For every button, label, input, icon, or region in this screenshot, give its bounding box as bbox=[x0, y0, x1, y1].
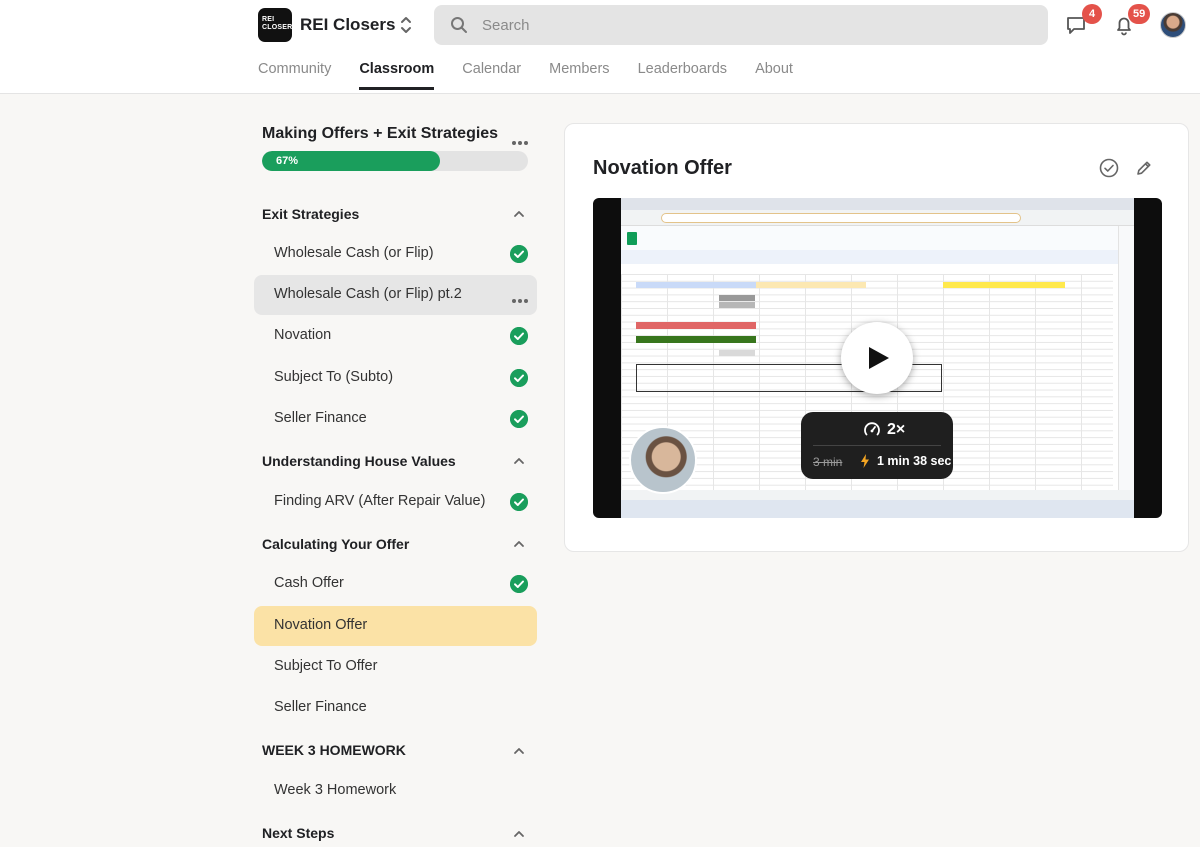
section-title[interactable]: WEEK 3 HOMEWORK bbox=[262, 742, 406, 758]
chevron-up-icon[interactable] bbox=[512, 207, 526, 221]
section-title[interactable]: Understanding House Values bbox=[262, 453, 456, 469]
browser-tabs bbox=[621, 198, 1134, 210]
section-title[interactable]: Exit Strategies bbox=[262, 206, 359, 222]
tab-leaderboards[interactable]: Leaderboards bbox=[638, 61, 728, 90]
avatar[interactable] bbox=[1160, 12, 1186, 38]
lesson-item[interactable]: Seller Finance bbox=[254, 688, 537, 728]
chevron-up-icon[interactable] bbox=[512, 537, 526, 551]
lesson-label: Subject To (Subto) bbox=[274, 369, 394, 385]
lesson-label: Seller Finance bbox=[274, 410, 367, 426]
lesson-label: Wholesale Cash (or Flip) pt.2 bbox=[274, 286, 462, 302]
tab-about[interactable]: About bbox=[755, 61, 793, 90]
main-nav: Community Classroom Calendar Members Lea… bbox=[258, 61, 793, 90]
tab-calendar[interactable]: Calendar bbox=[462, 61, 521, 90]
original-duration: 3 min bbox=[813, 455, 843, 469]
check-circle-icon bbox=[510, 327, 528, 345]
section-title[interactable]: Calculating Your Offer bbox=[262, 536, 409, 552]
mark-complete-icon[interactable] bbox=[1099, 158, 1119, 178]
play-button[interactable] bbox=[841, 322, 913, 394]
play-icon bbox=[869, 347, 889, 369]
lesson-item[interactable]: Week 3 Homework bbox=[254, 771, 537, 811]
section-title[interactable]: Next Steps bbox=[262, 825, 334, 841]
new-duration: 1 min 38 sec bbox=[877, 454, 952, 468]
lesson-item[interactable]: Wholesale Cash (or Flip) pt.2 bbox=[254, 275, 537, 315]
chevron-up-icon[interactable] bbox=[512, 827, 526, 841]
tab-classroom[interactable]: Classroom bbox=[359, 61, 435, 90]
check-circle-icon bbox=[510, 410, 528, 428]
progress-label: 67% bbox=[276, 155, 299, 167]
video-player[interactable]: 2× 3 min 1 min 38 sec bbox=[593, 198, 1162, 518]
chat-badge: 4 bbox=[1082, 4, 1102, 24]
spreadsheet-tabs bbox=[621, 490, 1134, 500]
spreadsheet-side-panel bbox=[1118, 226, 1134, 496]
notification-badge: 59 bbox=[1128, 4, 1151, 24]
chevron-up-icon[interactable] bbox=[512, 744, 526, 758]
check-circle-icon bbox=[510, 575, 528, 593]
check-circle-icon bbox=[510, 245, 528, 263]
lesson-label: Wholesale Cash (or Flip) bbox=[274, 245, 434, 261]
os-taskbar bbox=[621, 500, 1134, 518]
top-header: REICLOSERS REI Closers 4 59 Community Cl… bbox=[0, 0, 1200, 94]
search-input[interactable] bbox=[482, 5, 1022, 45]
tab-community[interactable]: Community bbox=[258, 61, 331, 90]
browser-urlbar bbox=[621, 210, 1134, 226]
more-icon[interactable] bbox=[512, 290, 532, 303]
check-circle-icon bbox=[510, 493, 528, 511]
lesson-label: Cash Offer bbox=[274, 575, 344, 591]
community-name[interactable]: REI Closers bbox=[300, 15, 395, 35]
spreadsheet-toolbar bbox=[621, 250, 1134, 264]
lesson-label: Subject To Offer bbox=[274, 658, 378, 674]
check-circle-icon bbox=[510, 369, 528, 387]
lesson-item[interactable]: Subject To Offer bbox=[254, 647, 537, 687]
lesson-label: Novation Offer bbox=[274, 617, 368, 633]
lesson-item[interactable]: Finding ARV (After Repair Value) bbox=[254, 482, 537, 522]
lesson-item[interactable]: Seller Finance bbox=[254, 399, 537, 439]
lesson-item[interactable]: Cash Offer bbox=[254, 564, 537, 604]
speed-icon bbox=[864, 422, 880, 436]
lesson-card: Novation Offer 2× 3 min 1 min 38 sec bbox=[564, 123, 1189, 552]
lesson-label: Week 3 Homework bbox=[274, 782, 397, 798]
webcam-overlay bbox=[629, 426, 697, 494]
lesson-label: Novation bbox=[274, 327, 332, 343]
lesson-label: Seller Finance bbox=[274, 699, 367, 715]
chevron-up-icon[interactable] bbox=[512, 454, 526, 468]
speed-divider bbox=[813, 445, 941, 446]
lesson-item[interactable]: Novation bbox=[254, 316, 537, 356]
course-title: Making Offers + Exit Strategies bbox=[262, 125, 499, 142]
search-icon bbox=[451, 17, 467, 33]
community-logo[interactable]: REI CLOSERS bbox=[258, 8, 297, 42]
lesson-item[interactable]: Subject To (Subto) bbox=[254, 358, 537, 398]
edit-icon[interactable] bbox=[1134, 158, 1154, 178]
more-icon[interactable] bbox=[512, 132, 532, 145]
lesson-item-current[interactable]: Novation Offer bbox=[254, 606, 537, 646]
chevron-updown-icon[interactable] bbox=[398, 13, 414, 37]
tab-members[interactable]: Members bbox=[549, 61, 609, 90]
lesson-label: Finding ARV (After Repair Value) bbox=[274, 493, 486, 509]
lightning-icon bbox=[861, 454, 869, 468]
search-bar[interactable] bbox=[434, 5, 1048, 45]
lesson-item[interactable]: Wholesale Cash (or Flip) bbox=[254, 234, 537, 274]
playback-speed-overlay[interactable]: 2× 3 min 1 min 38 sec bbox=[801, 412, 953, 479]
course-progress-bar: 67% bbox=[262, 151, 528, 171]
lesson-title: Novation Offer bbox=[593, 157, 732, 179]
speed-rate: 2× bbox=[887, 421, 906, 438]
